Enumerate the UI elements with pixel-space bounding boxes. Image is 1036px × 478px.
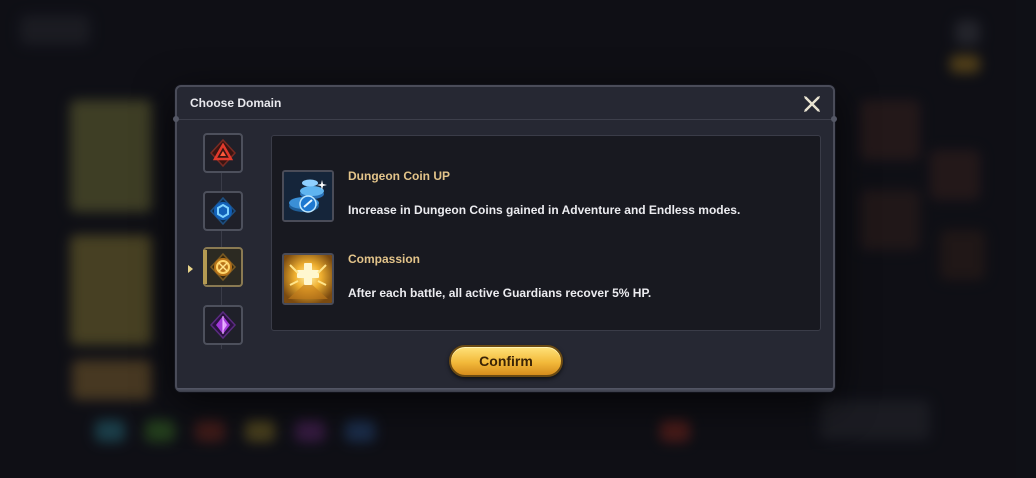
close-x-icon[interactable] xyxy=(801,93,823,115)
confirm-button[interactable]: Confirm xyxy=(449,345,563,377)
blue-hexagon-domain-icon xyxy=(209,196,237,226)
purple-crystal-domain-icon xyxy=(209,310,237,340)
effect-name: Compassion xyxy=(348,252,421,266)
domain-option-purple[interactable] xyxy=(203,305,243,345)
effect-description: After each battle, all active Guardians … xyxy=(348,286,652,300)
red-triangle-domain-icon xyxy=(209,138,237,168)
choose-domain-dialog: Choose Domain Dungeon Coin UP Increase i… xyxy=(173,85,837,392)
domain-option-red[interactable] xyxy=(203,133,243,173)
effect-description: Increase in Dungeon Coins gained in Adve… xyxy=(348,203,741,217)
selected-arrow-icon xyxy=(188,265,193,273)
gold-emblem-domain-icon xyxy=(209,252,237,282)
dialog-title: Choose Domain xyxy=(190,96,282,110)
domain-selector xyxy=(188,133,251,349)
frame-rivet xyxy=(831,116,837,122)
domain-option-gold-selected[interactable] xyxy=(203,247,243,287)
effect-name: Dungeon Coin UP xyxy=(348,169,450,183)
dialog-header: Choose Domain xyxy=(177,87,833,120)
domain-effects-panel: Dungeon Coin UP Increase in Dungeon Coin… xyxy=(271,135,821,331)
compassion-heal-icon xyxy=(282,253,334,305)
domain-option-blue[interactable] xyxy=(203,191,243,231)
frame-rivet xyxy=(173,116,179,122)
dungeon-coin-icon xyxy=(282,170,334,222)
